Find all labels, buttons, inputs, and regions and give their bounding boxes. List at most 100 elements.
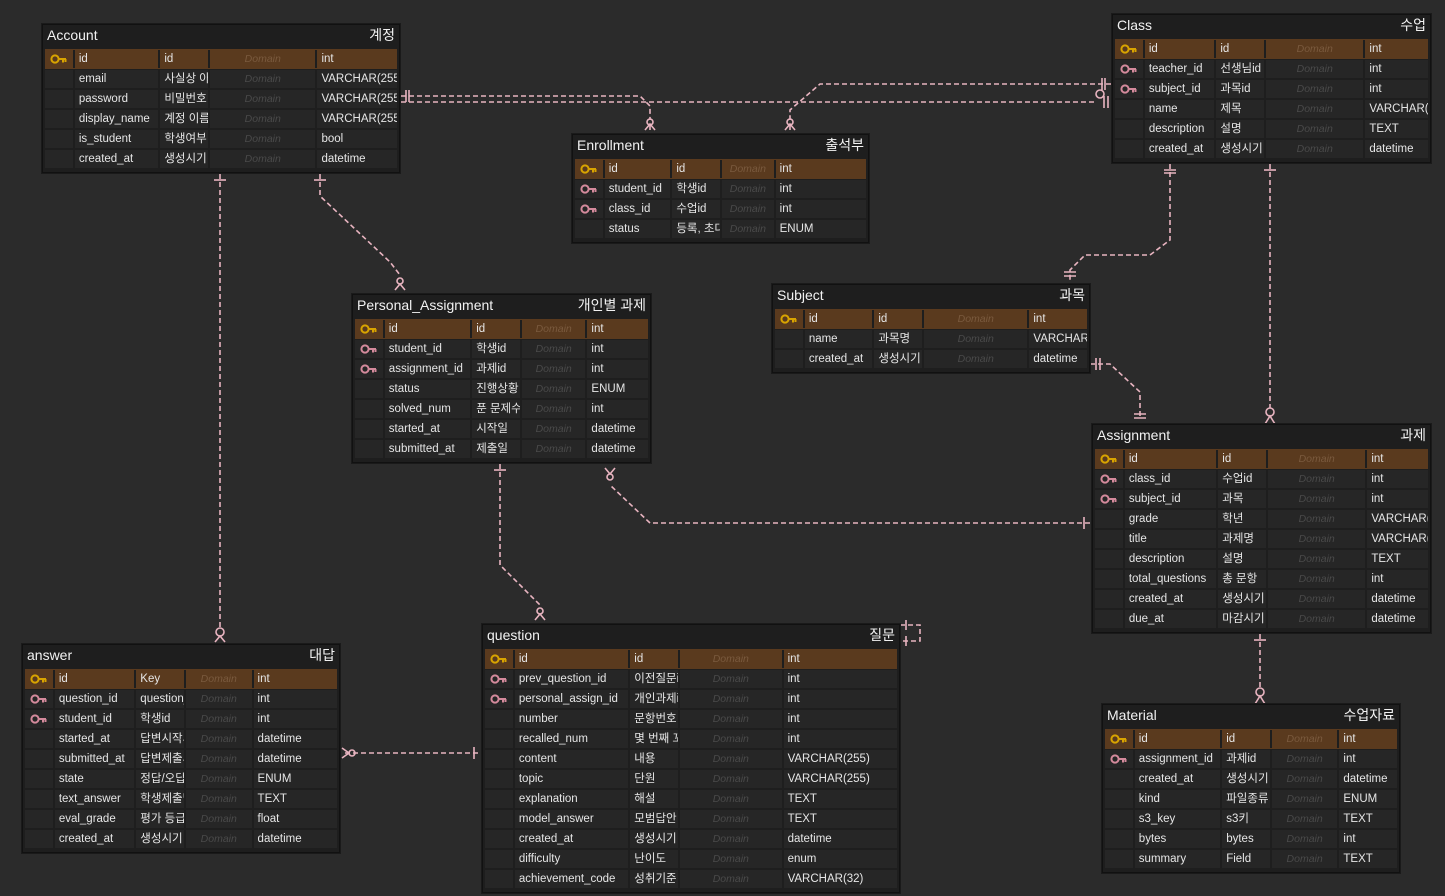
- column-comment: 답변제출시기: [136, 750, 186, 768]
- column-row[interactable]: display_name 계정 이름 Domain VARCHAR(255): [45, 109, 397, 129]
- column-row[interactable]: class_id 수업id Domain int: [1095, 469, 1428, 489]
- column-row[interactable]: id id Domain int: [485, 649, 897, 669]
- column-row[interactable]: id Key Domain int: [25, 669, 337, 689]
- table-question[interactable]: question 질문 id id Domain int prev_question_id 이…: [482, 624, 900, 893]
- column-row[interactable]: student_id 학생id Domain int: [355, 339, 648, 359]
- column-row[interactable]: id id Domain int: [775, 309, 1087, 329]
- column-row[interactable]: subject_id 과목id Domain int: [1115, 79, 1428, 99]
- column-domain: Domain: [1271, 730, 1340, 748]
- column-row[interactable]: student_id 학생id Domain int: [25, 709, 337, 729]
- column-row[interactable]: recalled_num몇 번째 꼬리 문제인지Domainint: [485, 729, 897, 749]
- table-material[interactable]: Material 수업자료 id id Domain int assignment_id 과제…: [1102, 704, 1400, 873]
- column-row[interactable]: id id Domain int: [575, 159, 866, 179]
- column-comment: 문항번호: [630, 710, 681, 728]
- column-row[interactable]: due_at 마감시기 Domain datetime: [1095, 609, 1428, 629]
- column-row[interactable]: content 내용 Domain VARCHAR(255): [485, 749, 897, 769]
- column-row[interactable]: id id Domain int: [1105, 729, 1397, 749]
- column-row[interactable]: description 설명 Domain TEXT: [1115, 119, 1428, 139]
- column-row[interactable]: id id Domain int: [45, 49, 397, 69]
- column-domain: Domain: [680, 810, 784, 828]
- table-assignment[interactable]: Assignment 과제 id id Domain int class_id 수업id Dom…: [1092, 424, 1431, 633]
- table-class[interactable]: Class 수업 id id Domain int teacher_id 선생님id Domai…: [1112, 14, 1431, 163]
- column-row[interactable]: status등록, 초대, 제거DomainENUM: [575, 219, 866, 239]
- column-row[interactable]: description 설명 Domain TEXT: [1095, 549, 1428, 569]
- column-row[interactable]: teacher_id 선생님id Domain int: [1115, 59, 1428, 79]
- column-row[interactable]: explanation 해설 Domain TEXT: [485, 789, 897, 809]
- table-enrollment[interactable]: Enrollment 출석부 id id Domain int student_id 학생id…: [572, 134, 869, 243]
- column-row[interactable]: created_at 생성시기 Domain datetime: [775, 349, 1087, 369]
- column-row[interactable]: grade학년DomainVARCHAR(255): [1095, 509, 1428, 529]
- column-comment: 단원: [630, 770, 681, 788]
- table-label: 계정: [369, 27, 395, 43]
- key-slot: [45, 70, 75, 88]
- column-comment: 생성시기: [630, 830, 681, 848]
- column-row[interactable]: assignment_id 과제id Domain int: [1105, 749, 1397, 769]
- table-subject[interactable]: Subject 과목 id id Domain int name 과목명 Domain VARCH…: [772, 284, 1090, 373]
- column-comment: 수업id: [1218, 470, 1268, 488]
- column-domain: Domain: [1271, 770, 1340, 788]
- column-row[interactable]: state 정답/오답 Domain ENUM: [25, 769, 337, 789]
- column-row[interactable]: topic 단원 Domain VARCHAR(255): [485, 769, 897, 789]
- column-row[interactable]: name과목명DomainVARCHAR(255): [775, 329, 1087, 349]
- column-row[interactable]: achievement_code성취기준 코드DomainVARCHAR(32): [485, 869, 897, 889]
- column-name: id: [514, 650, 631, 668]
- table-answer[interactable]: answer 대답 id Key Domain int question_id questio…: [22, 644, 340, 853]
- column-type: int: [1367, 470, 1428, 488]
- column-row[interactable]: text_answer학생제출답변DomainTEXT: [25, 789, 337, 809]
- column-domain: Domain: [722, 220, 776, 238]
- column-row[interactable]: id id Domain int: [1095, 449, 1428, 469]
- column-row[interactable]: submitted_at 제출일 Domain datetime: [355, 439, 648, 459]
- column-type: datetime: [253, 830, 337, 848]
- column-comment: 생성시기: [136, 830, 186, 848]
- column-comment: 설명: [1216, 120, 1267, 138]
- column-row[interactable]: number 문항번호 Domain int: [485, 709, 897, 729]
- column-row[interactable]: created_at 생성시기 Domain datetime: [1095, 589, 1428, 609]
- column-row[interactable]: prev_question_id이전질문idDomainint: [485, 669, 897, 689]
- column-row[interactable]: id id Domain int: [355, 319, 648, 339]
- column-row[interactable]: started_at답변시작시기Domaindatetime: [25, 729, 337, 749]
- column-type: TEXT: [1339, 850, 1397, 868]
- column-row[interactable]: password 비밀번호 Domain VARCHAR(255): [45, 89, 397, 109]
- primary-key-icon: [775, 310, 805, 328]
- column-row[interactable]: created_at 생성시기 Domain datetime: [1115, 139, 1428, 159]
- column-row[interactable]: created_at 생성시기 Domain datetime: [45, 149, 397, 169]
- column-comment: 과목: [1218, 490, 1268, 508]
- column-row[interactable]: is_student 학생여부 Domain bool: [45, 129, 397, 149]
- column-row[interactable]: summary Field Domain TEXT: [1105, 849, 1397, 869]
- column-row[interactable]: bytes bytes Domain int: [1105, 829, 1397, 849]
- table-account[interactable]: Account계정ididDomainintemail사실상 아이디Domain…: [42, 24, 400, 173]
- column-comment: 비밀번호: [160, 90, 211, 108]
- table-personal-assignment[interactable]: Personal_Assignment 개인별 과제 id id Domain int st…: [352, 294, 651, 463]
- column-name: teacher_id: [1144, 60, 1217, 78]
- column-row[interactable]: email사실상 아이디DomainVARCHAR(255): [45, 69, 397, 89]
- column-row[interactable]: id id Domain int: [1115, 39, 1428, 59]
- column-row[interactable]: s3_key s3키 Domain TEXT: [1105, 809, 1397, 829]
- column-row[interactable]: question_idquestion_idDomainint: [25, 689, 337, 709]
- column-name: student_id: [54, 710, 137, 728]
- column-row[interactable]: created_at 생성시기 Domain datetime: [1105, 769, 1397, 789]
- column-row[interactable]: submitted_at답변제출시기Domaindatetime: [25, 749, 337, 769]
- column-row[interactable]: difficulty 난이도 Domain enum: [485, 849, 897, 869]
- column-row[interactable]: assignment_id 과제id Domain int: [355, 359, 648, 379]
- column-domain: Domain: [1271, 850, 1340, 868]
- column-row[interactable]: started_at 시작일 Domain datetime: [355, 419, 648, 439]
- column-row[interactable]: eval_grade 평가 등급 Domain float: [25, 809, 337, 829]
- column-row[interactable]: status 진행상황 Domain ENUM: [355, 379, 648, 399]
- column-row[interactable]: created_at 생성시기 Domain datetime: [25, 829, 337, 849]
- column-row[interactable]: student_id 학생id Domain int: [575, 179, 866, 199]
- column-name: s3_key: [1134, 810, 1223, 828]
- column-row[interactable]: solved_num 푼 문제수 Domain int: [355, 399, 648, 419]
- column-name: started_at: [54, 730, 137, 748]
- column-row[interactable]: subject_id 과목 Domain int: [1095, 489, 1428, 509]
- column-row[interactable]: name제목DomainVARCHAR(255): [1115, 99, 1428, 119]
- column-comment: 등록, 초대, 제거: [672, 220, 723, 238]
- column-row[interactable]: model_answer 모범답안 Domain TEXT: [485, 809, 897, 829]
- column-row[interactable]: personal_assign_id개인과제idDomainint: [485, 689, 897, 709]
- column-row[interactable]: kind 파일종류 Domain ENUM: [1105, 789, 1397, 809]
- column-row[interactable]: class_id 수업id Domain int: [575, 199, 866, 219]
- column-comment: 해설: [630, 790, 681, 808]
- foreign-key-icon: [25, 690, 55, 708]
- column-row[interactable]: title과제명DomainVARCHAR(255): [1095, 529, 1428, 549]
- column-row[interactable]: total_questions 총 문항 Domain int: [1095, 569, 1428, 589]
- column-row[interactable]: created_at 생성시기 Domain datetime: [485, 829, 897, 849]
